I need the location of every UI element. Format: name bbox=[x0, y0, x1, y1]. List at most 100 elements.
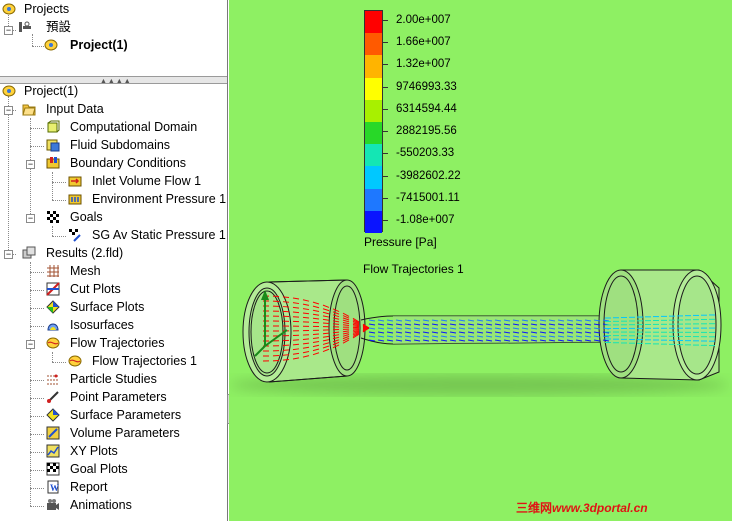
projects-icon bbox=[2, 2, 16, 16]
collapse-toggle[interactable]: − bbox=[4, 106, 13, 115]
tree-label: Flow Trajectories 1 bbox=[92, 354, 197, 368]
tree-label: Project(1) bbox=[24, 84, 79, 98]
tree-label: Surface Parameters bbox=[70, 408, 182, 422]
trajectory-segment bbox=[377, 339, 385, 342]
trajectory-segment bbox=[377, 323, 385, 326]
feature-tree-panel: Projects − 預設 Project(1) ▲▲▲▲ Project(1)… bbox=[0, 0, 228, 521]
volume-parameters-icon bbox=[46, 426, 60, 440]
projects-tree: Projects − 預設 Project(1) bbox=[0, 0, 227, 76]
legend-tick bbox=[383, 220, 388, 221]
color-bar bbox=[364, 10, 383, 233]
surface-parameters-icon bbox=[46, 408, 60, 422]
tree-label: Results (2.fld) bbox=[46, 246, 124, 260]
trajectory-segment bbox=[282, 358, 290, 361]
cut-plot-icon bbox=[46, 282, 60, 296]
tree-label: Isosurfaces bbox=[70, 318, 134, 332]
tree-label: XY Plots bbox=[70, 444, 118, 458]
collapse-toggle[interactable]: − bbox=[4, 250, 13, 259]
tree-label: Flow Trajectories bbox=[70, 336, 165, 350]
legend-label: 6314594.44 bbox=[396, 103, 457, 115]
legend-title: Pressure [Pa] bbox=[364, 235, 437, 249]
legend-tick bbox=[383, 198, 388, 199]
xy-plot-icon bbox=[46, 444, 60, 458]
tree-label: Environment Pressure 1 bbox=[92, 192, 227, 206]
legend-tick bbox=[383, 153, 388, 154]
collapse-toggle[interactable]: − bbox=[4, 26, 13, 35]
flow-trajectories-icon bbox=[46, 336, 60, 350]
configuration-icon bbox=[18, 20, 32, 34]
isosurface-icon bbox=[46, 318, 60, 332]
goal-plot-icon bbox=[46, 462, 60, 476]
tree-label: 預設 bbox=[46, 20, 72, 34]
results-icon bbox=[22, 246, 36, 260]
point-parameters-icon bbox=[46, 390, 60, 404]
tree-label: Computational Domain bbox=[70, 120, 198, 134]
svg-text:W: W bbox=[50, 483, 59, 493]
legend-label: -3982602.22 bbox=[396, 170, 461, 182]
trajectory-segment bbox=[302, 316, 310, 319]
report-icon: W bbox=[46, 480, 60, 494]
trajectory-segment bbox=[332, 331, 340, 334]
trajectory-segment bbox=[342, 324, 350, 326]
project-icon bbox=[2, 84, 16, 98]
folder-icon bbox=[22, 102, 36, 116]
tree-label: Particle Studies bbox=[70, 372, 157, 386]
surface-plot-icon bbox=[46, 300, 60, 314]
legend-tick bbox=[383, 176, 388, 177]
tree-label: Inlet Volume Flow 1 bbox=[92, 174, 202, 188]
analysis-tree: Project(1) − Input Data Computational Do… bbox=[0, 84, 227, 521]
trajectory-segment bbox=[282, 296, 290, 298]
boundary-conditions-icon bbox=[46, 156, 60, 170]
trajectory-segment bbox=[377, 327, 385, 330]
trajectory-segment bbox=[386, 331, 394, 334]
legend-label: 1.32e+007 bbox=[396, 58, 451, 70]
legend-label: 2.00e+007 bbox=[396, 14, 451, 26]
color-step bbox=[365, 144, 382, 167]
watermark: 三维网www.3dportal.cn bbox=[516, 499, 648, 516]
computational-domain-icon bbox=[46, 120, 60, 134]
trajectory-title: Flow Trajectories 1 bbox=[363, 262, 464, 276]
legend-tick bbox=[383, 64, 388, 65]
pressure-legend: 2.00e+007 1.66e+007 1.32e+007 9746993.33… bbox=[364, 10, 544, 250]
trajectory-segment bbox=[377, 335, 385, 338]
watermark-cn: 三维网 bbox=[516, 501, 553, 515]
collapse-toggle[interactable]: − bbox=[26, 340, 35, 349]
trajectory-segment bbox=[302, 338, 310, 340]
mesh-icon bbox=[46, 264, 60, 278]
tree-label: Input Data bbox=[46, 102, 104, 116]
color-step bbox=[365, 77, 382, 100]
graphics-viewport[interactable]: 2.00e+007 1.66e+007 1.32e+007 9746993.33… bbox=[229, 0, 732, 521]
trajectory-segment bbox=[377, 319, 385, 322]
color-step bbox=[365, 188, 382, 211]
animations-icon bbox=[46, 498, 60, 512]
trajectory-segment bbox=[386, 339, 394, 342]
tree-label: Volume Parameters bbox=[70, 426, 180, 440]
tree-label: Boundary Conditions bbox=[70, 156, 187, 170]
watermark-url: www.3dportal.cn bbox=[552, 501, 648, 515]
color-step bbox=[365, 99, 382, 122]
legend-tick bbox=[383, 131, 388, 132]
collapse-toggle[interactable]: − bbox=[26, 214, 35, 223]
trajectory-segment bbox=[377, 331, 385, 334]
goal-flag-icon bbox=[68, 228, 82, 242]
trajectory-segment bbox=[322, 332, 330, 335]
pressure-icon bbox=[68, 192, 82, 206]
flow-trajectories-icon bbox=[68, 354, 82, 368]
tree-label: Fluid Subdomains bbox=[70, 138, 171, 152]
color-step bbox=[365, 55, 382, 78]
trajectory-segment bbox=[386, 335, 394, 338]
tree-label: Report bbox=[70, 480, 108, 494]
checkered-flag-icon bbox=[46, 210, 60, 224]
trajectory-segment bbox=[368, 331, 376, 334]
trajectory-segment bbox=[332, 323, 340, 325]
tree-label: Point Parameters bbox=[70, 390, 167, 404]
legend-tick bbox=[383, 20, 388, 21]
trajectory-segment bbox=[386, 327, 394, 330]
collapse-toggle[interactable]: − bbox=[26, 160, 35, 169]
tree-label: Goal Plots bbox=[70, 462, 128, 476]
legend-label: -550203.33 bbox=[396, 147, 455, 159]
color-step bbox=[365, 210, 382, 233]
tree-label: SG Av Static Pressure 1 bbox=[92, 228, 226, 242]
panel-splitter[interactable]: ▲▲▲▲ bbox=[0, 76, 227, 85]
color-step bbox=[365, 11, 382, 34]
